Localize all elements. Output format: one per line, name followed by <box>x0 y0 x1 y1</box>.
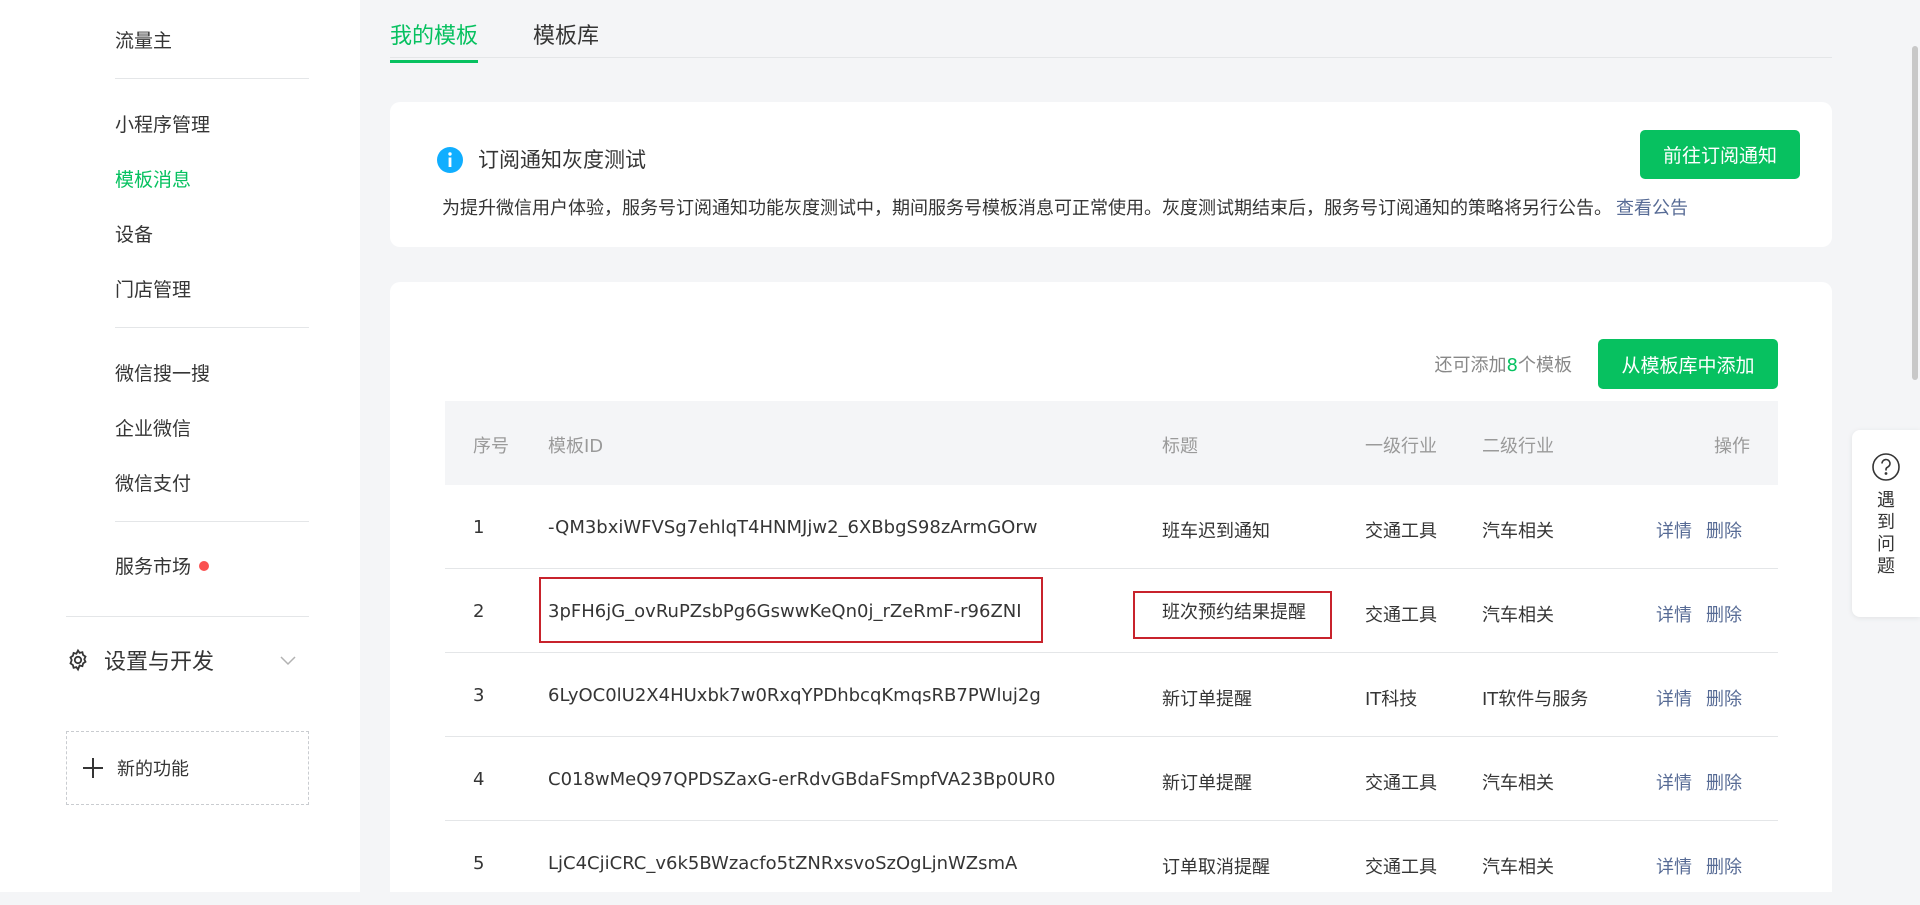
sidebar-item-traffic-owner[interactable]: 流量主 <box>115 26 172 53</box>
sidebar-divider <box>66 616 309 617</box>
gear-icon <box>69 648 87 672</box>
sidebar-item-template-message[interactable]: 模板消息 <box>115 165 191 192</box>
delete-link[interactable]: 删除 <box>1706 773 1742 794</box>
row-seq: 3 <box>473 685 485 706</box>
row-title: 订单取消提醒 <box>1162 857 1270 878</box>
detail-link[interactable]: 详情 <box>1656 689 1692 710</box>
row-industry2: 汽车相关 <box>1482 773 1554 794</box>
go-subscription-button[interactable]: 前往订阅通知 <box>1640 130 1800 179</box>
new-feature-label: 新的功能 <box>117 759 189 780</box>
view-announcement-link[interactable]: 查看公告 <box>1616 198 1688 219</box>
header-id: 模板ID <box>548 436 604 457</box>
header-ops: 操作 <box>1714 436 1750 457</box>
row-template-id: -QM3bxiWFVSg7ehlqT4HNMJjw2_6XBbgS98zArmG… <box>548 517 1038 538</box>
row-template-id: C018wMeQ97QPDSZaxG-erRdvGBdaFSmpfVA23Bp0… <box>548 769 1056 790</box>
add-from-library-button[interactable]: 从模板库中添加 <box>1598 339 1778 389</box>
sidebar-divider <box>115 521 309 522</box>
table-row: 3 6LyOC0lU2X4HUxbk7w0RxqYPDhbcqKmqsRB7PW… <box>445 653 1778 737</box>
delete-link[interactable]: 删除 <box>1706 857 1742 878</box>
quota-count: 8 <box>1506 355 1518 376</box>
sidebar-item-wechat-pay[interactable]: 微信支付 <box>115 469 191 496</box>
notice-description-text: 为提升微信用户体验，服务号订阅通知功能灰度测试中，期间服务号模板消息可正常使用。… <box>442 198 1612 219</box>
row-seq: 2 <box>473 601 485 622</box>
table-row: 1 -QM3bxiWFVSg7ehlqT4HNMJjw2_6XBbgS98zAr… <box>445 485 1778 569</box>
sidebar-item-store[interactable]: 门店管理 <box>115 275 191 302</box>
row-ops: 详情 删除 <box>1656 601 1756 627</box>
settings-label: 设置与开发 <box>104 650 215 675</box>
row-title: 新订单提醒 <box>1162 689 1252 710</box>
row-ops: 详情 删除 <box>1656 685 1756 711</box>
template-table: 序号 模板ID 标题 一级行业 二级行业 操作 1 -QM3bxiWFVSg7e… <box>445 401 1778 905</box>
question-icon <box>1872 453 1900 481</box>
delete-link[interactable]: 删除 <box>1706 689 1742 710</box>
plus-icon <box>83 758 103 778</box>
row-template-id: LjC4CjiCRC_v6k5BWzacfo5tZNRxsvoSzOgLjnWZ… <box>548 853 1018 874</box>
sidebar-item-wework[interactable]: 企业微信 <box>115 414 191 441</box>
scrollbar[interactable] <box>1912 46 1918 380</box>
row-ops: 详情 删除 <box>1656 853 1756 879</box>
notice-title: 订阅通知灰度测试 <box>478 148 646 172</box>
table-row: 2 3pFH6jG_ovRuPZsbPg6GswwKeQn0j_rZeRmF-r… <box>445 569 1778 653</box>
row-industry1: 交通工具 <box>1365 521 1437 542</box>
tab-bar: 我的模板 模板库 <box>390 0 1832 63</box>
tab-template-library[interactable]: 模板库 <box>533 18 599 60</box>
detail-link[interactable]: 详情 <box>1656 773 1692 794</box>
sidebar-item-wechat-search[interactable]: 微信搜一搜 <box>115 359 210 386</box>
detail-link[interactable]: 详情 <box>1656 605 1692 626</box>
sidebar-item-service-market[interactable]: 服务市场 <box>115 552 210 579</box>
sidebar-divider <box>115 78 309 79</box>
row-title: 班车迟到通知 <box>1162 521 1270 542</box>
new-feature-button[interactable]: 新的功能 <box>66 731 309 805</box>
sidebar: 流量主 小程序管理 模板消息 设备 门店管理 微信搜一搜 企业微信 微信支付 服… <box>0 0 360 892</box>
info-icon <box>437 147 463 173</box>
tab-my-templates[interactable]: 我的模板 <box>390 18 479 63</box>
row-ops: 详情 删除 <box>1656 769 1756 795</box>
notice-card: 订阅通知灰度测试 为提升微信用户体验，服务号订阅通知功能灰度测试中，期间服务号模… <box>390 102 1832 247</box>
row-ops: 详情 删除 <box>1656 517 1756 543</box>
row-industry1: IT科技 <box>1365 689 1418 710</box>
delete-link[interactable]: 删除 <box>1706 605 1742 626</box>
notice-description: 为提升微信用户体验，服务号订阅通知功能灰度测试中，期间服务号模板消息可正常使用。… <box>442 194 1688 220</box>
quota-suffix: 个模板 <box>1518 355 1572 376</box>
chevron-down-icon <box>280 656 296 666</box>
row-industry2: IT软件与服务 <box>1482 689 1589 710</box>
sidebar-settings-group[interactable]: 设置与开发 <box>66 640 310 680</box>
quota-prefix: 还可添加 <box>1434 355 1507 376</box>
sidebar-item-mini-program[interactable]: 小程序管理 <box>115 110 210 137</box>
sidebar-item-device[interactable]: 设备 <box>115 220 153 247</box>
row-title: 新订单提醒 <box>1162 773 1252 794</box>
row-industry1: 交通工具 <box>1365 773 1437 794</box>
sidebar-divider <box>115 327 309 328</box>
table-header: 序号 模板ID 标题 一级行业 二级行业 操作 <box>445 401 1778 485</box>
row-template-id: 6LyOC0lU2X4HUxbk7w0RxqYPDhbcqKmqsRB7PWlu… <box>548 685 1041 706</box>
delete-link[interactable]: 删除 <box>1706 521 1742 542</box>
row-industry2: 汽车相关 <box>1482 521 1554 542</box>
row-seq: 5 <box>473 853 485 874</box>
quota-text: 还可添加8个模板 <box>1435 351 1572 377</box>
table-row: 4 C018wMeQ97QPDSZaxG-erRdvGBdaFSmpfVA23B… <box>445 737 1778 821</box>
row-title: 班次预约结果提醒 <box>1162 602 1306 623</box>
template-panel: 还可添加8个模板 从模板库中添加 序号 模板ID 标题 一级行业 二级行业 操作… <box>390 282 1832 892</box>
header-title: 标题 <box>1162 436 1198 457</box>
notification-dot <box>199 560 210 571</box>
row-industry2: 汽车相关 <box>1482 857 1554 878</box>
row-template-id: 3pFH6jG_ovRuPZsbPg6GswwKeQn0j_rZeRmF-r96… <box>548 601 1022 622</box>
sidebar-item-label: 服务市场 <box>115 556 192 578</box>
header-industry1: 一级行业 <box>1365 436 1437 457</box>
help-float-button[interactable]: 遇到问题 <box>1852 430 1920 617</box>
table-row: 5 LjC4CjiCRC_v6k5BWzacfo5tZNRxsvoSzOgLjn… <box>445 821 1778 905</box>
row-industry1: 交通工具 <box>1365 605 1437 626</box>
row-industry2: 汽车相关 <box>1482 605 1554 626</box>
help-label: 遇到问题 <box>1877 490 1895 577</box>
row-seq: 1 <box>473 517 485 538</box>
row-seq: 4 <box>473 769 485 790</box>
header-industry2: 二级行业 <box>1482 436 1554 457</box>
row-industry1: 交通工具 <box>1365 857 1437 878</box>
detail-link[interactable]: 详情 <box>1656 857 1692 878</box>
header-seq: 序号 <box>473 436 509 457</box>
detail-link[interactable]: 详情 <box>1656 521 1692 542</box>
